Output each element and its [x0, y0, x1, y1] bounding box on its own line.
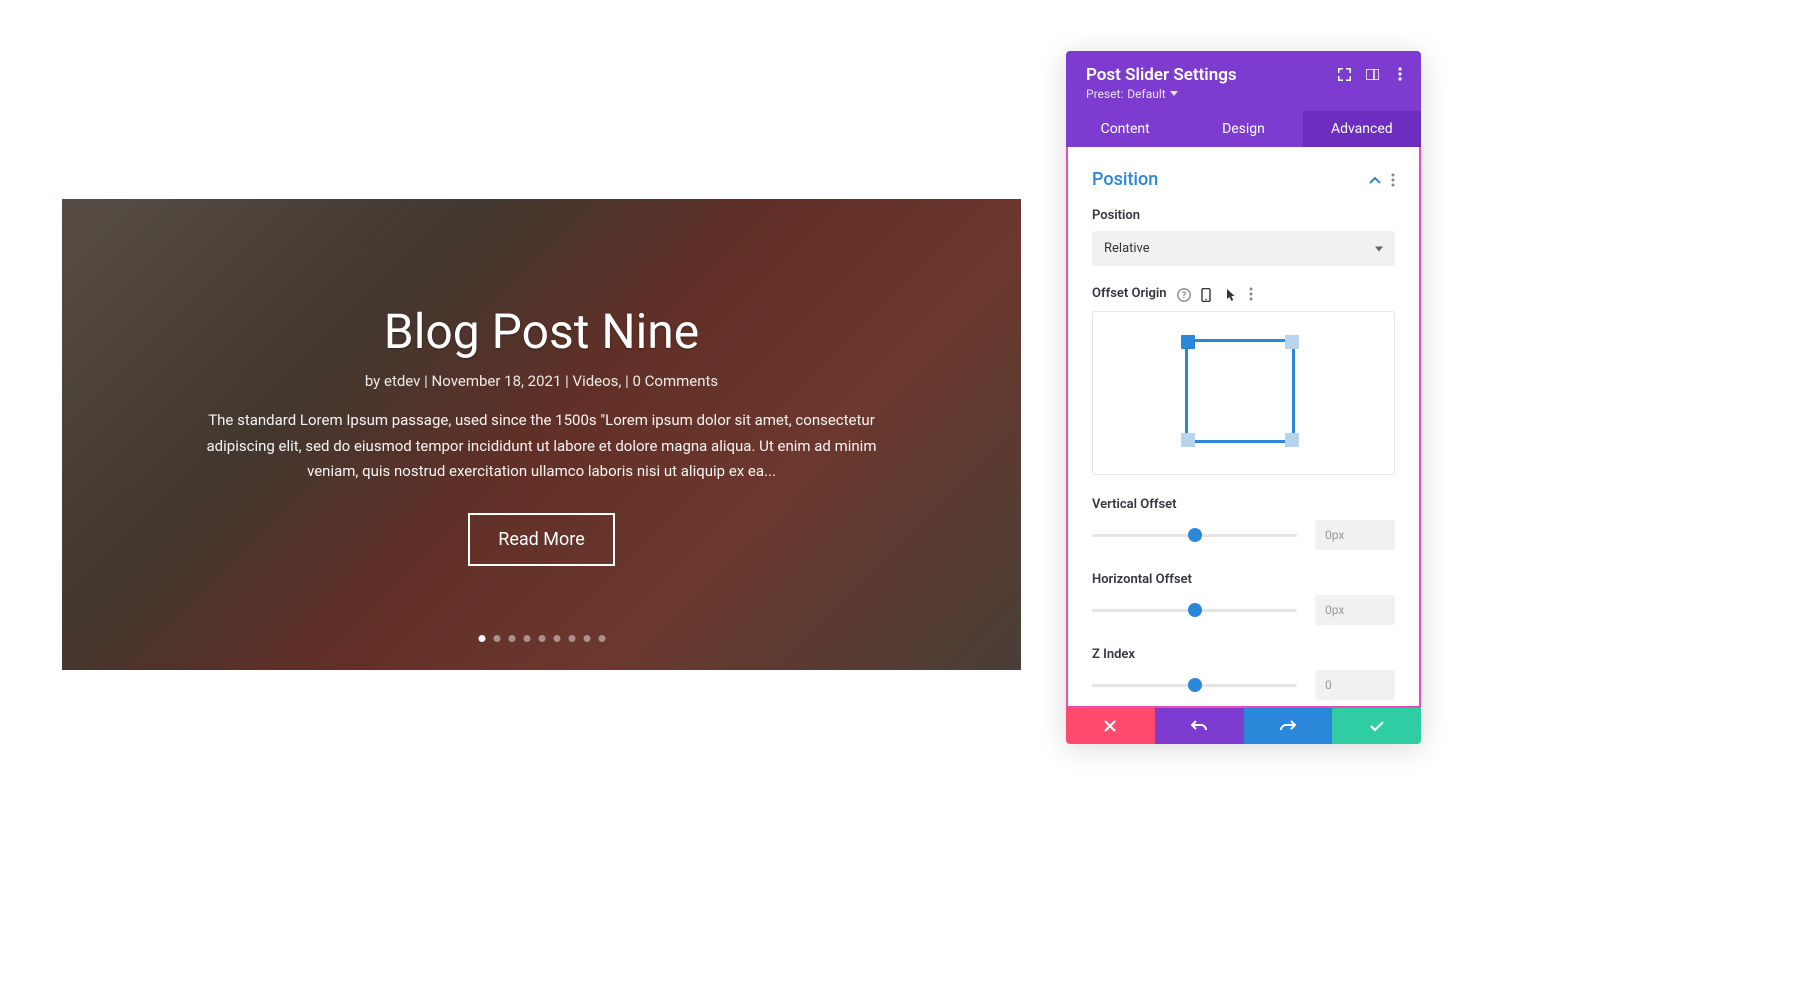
origin-frame — [1185, 339, 1295, 443]
panel-footer — [1066, 708, 1421, 744]
svg-text:?: ? — [1181, 291, 1186, 301]
settings-panel: Post Slider Settings Preset: Default Con… — [1066, 51, 1421, 744]
hover-cursor-icon[interactable] — [1225, 287, 1239, 301]
slider-thumb[interactable] — [1188, 603, 1202, 617]
help-icon[interactable]: ? — [1177, 287, 1191, 301]
origin-handle-top-right[interactable] — [1285, 335, 1299, 349]
meta-author-link[interactable]: etdev — [384, 372, 420, 390]
slider-thumb[interactable] — [1188, 678, 1202, 692]
z-index-label: Z Index — [1092, 647, 1395, 662]
slide-excerpt: The standard Lorem Ipsum passage, used s… — [182, 408, 901, 485]
section-more-icon[interactable] — [1391, 173, 1395, 187]
save-button[interactable] — [1332, 708, 1421, 744]
vertical-offset-slider[interactable] — [1092, 534, 1297, 537]
tab-advanced[interactable]: Advanced — [1303, 111, 1421, 147]
section-header[interactable]: Position — [1092, 169, 1395, 190]
origin-handle-bottom-left[interactable] — [1181, 433, 1195, 447]
more-icon[interactable] — [1393, 67, 1407, 81]
slider-dot[interactable] — [493, 635, 500, 642]
horizontal-offset-input[interactable] — [1315, 595, 1395, 625]
z-index-input[interactable] — [1315, 670, 1395, 700]
panel-tabs: Content Design Advanced — [1066, 111, 1421, 147]
meta-sep: | — [561, 372, 572, 390]
panel-body: Position Position Relative Offset Origin… — [1066, 147, 1421, 708]
offset-origin-picker[interactable] — [1092, 311, 1395, 475]
header-icons — [1337, 67, 1407, 81]
meta-category-link[interactable]: Videos, — [573, 372, 622, 390]
z-index-slider[interactable] — [1092, 684, 1297, 687]
vertical-offset-row — [1092, 520, 1395, 550]
slider-dot[interactable] — [508, 635, 515, 642]
slider-dot[interactable] — [553, 635, 560, 642]
offset-origin-row: Offset Origin ? — [1092, 286, 1395, 301]
meta-by: by — [365, 372, 384, 390]
vertical-offset-input[interactable] — [1315, 520, 1395, 550]
undo-button[interactable] — [1155, 708, 1244, 744]
meta-comments-link[interactable]: 0 Comments — [633, 372, 719, 390]
origin-handle-top-left[interactable] — [1181, 335, 1195, 349]
z-index-row — [1092, 670, 1395, 700]
caret-down-icon — [1170, 91, 1178, 97]
mobile-icon[interactable] — [1201, 287, 1215, 301]
preset-value: Default — [1127, 87, 1165, 101]
preset-prefix: Preset: — [1086, 87, 1123, 101]
expand-icon[interactable] — [1337, 67, 1351, 81]
slider-dot[interactable] — [478, 635, 485, 642]
panel-header: Post Slider Settings Preset: Default — [1066, 51, 1421, 111]
slider-dot[interactable] — [598, 635, 605, 642]
slider-dot[interactable] — [538, 635, 545, 642]
horizontal-offset-slider[interactable] — [1092, 609, 1297, 612]
slider-dot[interactable] — [583, 635, 590, 642]
vertical-offset-label: Vertical Offset — [1092, 497, 1395, 512]
sidebar-layout-icon[interactable] — [1365, 67, 1379, 81]
tab-design[interactable]: Design — [1184, 111, 1302, 147]
chevron-up-icon[interactable] — [1369, 176, 1381, 184]
section-title: Position — [1092, 169, 1158, 190]
meta-sep: | — [621, 372, 632, 390]
tab-content[interactable]: Content — [1066, 111, 1184, 147]
redo-button[interactable] — [1244, 708, 1333, 744]
horizontal-offset-row — [1092, 595, 1395, 625]
preset-dropdown[interactable]: Preset: Default — [1086, 87, 1401, 101]
position-select-wrap[interactable]: Relative — [1092, 231, 1395, 266]
read-more-button[interactable]: Read More — [468, 513, 615, 566]
cancel-button[interactable] — [1066, 708, 1155, 744]
offset-origin-label: Offset Origin — [1092, 286, 1167, 301]
field-more-icon[interactable] — [1249, 287, 1253, 301]
slider-thumb[interactable] — [1188, 528, 1202, 542]
origin-handle-bottom-right[interactable] — [1285, 433, 1299, 447]
meta-date: November 18, 2021 — [432, 372, 562, 390]
slider-dot[interactable] — [568, 635, 575, 642]
meta-sep: | — [420, 372, 431, 390]
slide-meta: by etdev | November 18, 2021 | Videos, |… — [365, 372, 718, 390]
slide-title: Blog Post Nine — [384, 303, 699, 360]
post-slider: Blog Post Nine by etdev | November 18, 2… — [62, 199, 1021, 670]
position-select[interactable]: Relative — [1092, 231, 1395, 266]
horizontal-offset-label: Horizontal Offset — [1092, 572, 1395, 587]
position-label: Position — [1092, 208, 1395, 223]
slider-dots — [478, 635, 605, 642]
slider-dot[interactable] — [523, 635, 530, 642]
